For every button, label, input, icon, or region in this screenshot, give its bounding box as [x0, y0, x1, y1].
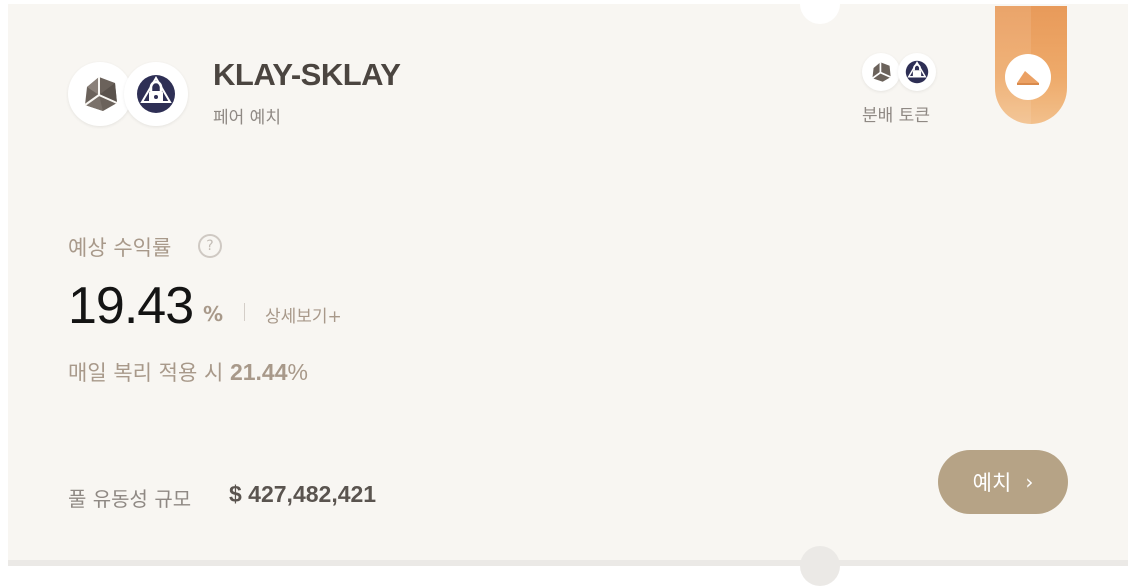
apr-label: 예상 수익률: [68, 236, 172, 260]
pool-liquidity-label: 풀 유동성 규모: [68, 487, 192, 511]
apr-value: 19.43: [68, 277, 194, 335]
help-icon[interactable]: ?: [198, 234, 222, 258]
distribution-token-label: 분배 토큰: [862, 106, 930, 126]
ticket-notch-top: [800, 0, 840, 24]
ticket-notch-bottom: [800, 546, 840, 586]
card-bottom-edge: [8, 560, 1128, 566]
compound-label: 매일 복리 적용 시: [68, 361, 224, 385]
deposit-button[interactable]: 예치 ›: [938, 450, 1068, 514]
compound-unit: %: [287, 359, 308, 385]
compound-apy-row: 매일 복리 적용 시 21.44%: [68, 357, 308, 387]
chevron-right-icon: ›: [1025, 470, 1034, 494]
cheese-icon: [1005, 54, 1051, 100]
apr-divider: [244, 303, 245, 321]
detail-link[interactable]: 상세보기+: [265, 302, 342, 327]
pool-liquidity-value: $ 427,482,421: [229, 481, 377, 507]
apr-unit: %: [203, 302, 224, 326]
klay-icon: [68, 62, 132, 126]
pair-subtitle: 페어 예치: [213, 108, 281, 128]
sklay-icon: [124, 62, 188, 126]
pair-title: KLAY-SKLAY: [213, 57, 401, 92]
distribution-sklay-icon: [898, 53, 936, 91]
deposit-button-label: 예치: [972, 471, 1012, 495]
compound-value: 21.44: [229, 359, 288, 385]
distribution-klay-icon: [862, 53, 900, 91]
